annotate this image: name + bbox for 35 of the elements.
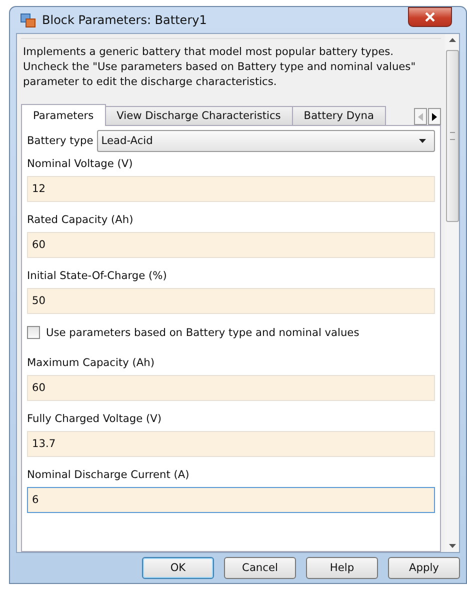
dialog-button[interactable]: OK xyxy=(142,557,214,579)
close-icon xyxy=(424,12,436,22)
up-arrow-icon xyxy=(448,38,456,42)
field-label: Fully Charged Voltage (V) xyxy=(27,413,162,425)
tab[interactable]: View Discharge Characteristics xyxy=(104,106,293,125)
left-arrow-icon xyxy=(418,112,423,120)
tab[interactable]: Battery Dyna xyxy=(292,106,386,125)
close-button[interactable] xyxy=(408,7,452,27)
scroll-right-button[interactable] xyxy=(428,108,441,125)
input-field[interactable]: 60 xyxy=(27,232,435,258)
scrollbar[interactable] xyxy=(445,34,459,552)
input-field[interactable]: 6 xyxy=(27,487,435,513)
battery-type-dropdown[interactable]: Lead-Acid xyxy=(97,130,435,152)
dialog-button[interactable]: Apply xyxy=(388,557,460,579)
dialog-button[interactable]: Cancel xyxy=(224,557,296,579)
checkbox[interactable] xyxy=(27,326,40,339)
field-label: Nominal Voltage (V) xyxy=(27,158,134,170)
block-icon xyxy=(20,12,36,28)
input-field[interactable]: 13.7 xyxy=(27,431,435,457)
field-label: Maximum Capacity (Ah) xyxy=(27,357,156,369)
window-title: Block Parameters: Battery1 xyxy=(42,13,207,27)
field-label: Nominal Discharge Current (A) xyxy=(27,469,190,481)
input-field[interactable]: 50 xyxy=(27,288,435,314)
dropdown-arrow-icon xyxy=(419,139,426,143)
checkbox-label: Use parameters based on Battery type and nominal values xyxy=(46,326,360,338)
down-arrow-icon xyxy=(448,544,456,548)
battery-type-label: Battery type xyxy=(27,135,94,147)
tab[interactable]: Parameters xyxy=(21,104,106,126)
field-label: Initial State-Of-Charge (%) xyxy=(27,270,168,282)
right-arrow-icon xyxy=(432,112,437,120)
description-text: Implements a generic battery that model most popular battery types. Uncheck the "Use parameters based on Battery type and nominal values" parameter to edit the discharge characteristics. xyxy=(23,45,417,90)
input-field[interactable]: 12 xyxy=(27,176,435,202)
dialog-button[interactable]: Help xyxy=(306,557,378,579)
field-label: Rated Capacity (Ah) xyxy=(27,214,134,226)
input-field[interactable]: 60 xyxy=(27,375,435,401)
